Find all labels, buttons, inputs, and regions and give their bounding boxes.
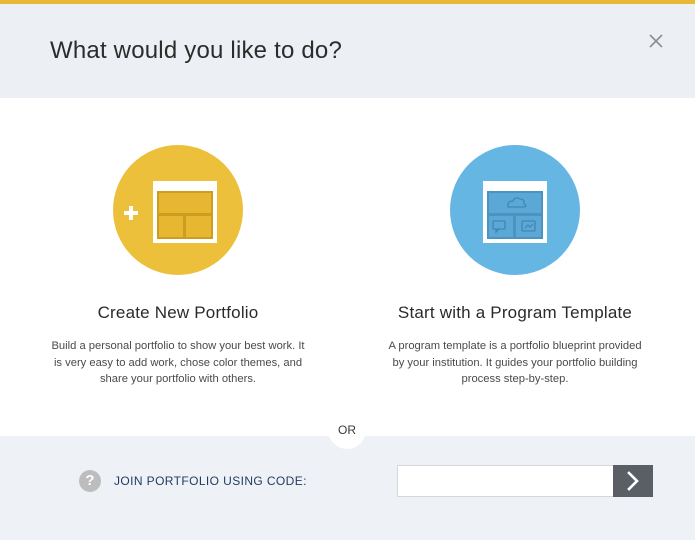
close-icon[interactable] <box>645 30 667 52</box>
help-icon[interactable]: ? <box>79 470 101 492</box>
join-submit-button[interactable] <box>613 465 653 497</box>
or-divider: OR <box>328 411 366 449</box>
join-code-input[interactable] <box>397 465 613 497</box>
program-template-option[interactable]: Start with a Program Template A program … <box>365 145 665 388</box>
new-portfolio-icon <box>113 145 243 275</box>
join-code-label: JOIN PORTFOLIO USING CODE: <box>114 474 307 488</box>
dialog-header: What would you like to do? <box>0 4 695 98</box>
program-template-icon <box>450 145 580 275</box>
dialog-title: What would you like to do? <box>50 37 343 64</box>
chevron-right-icon <box>627 471 639 491</box>
option-description: A program template is a portfolio bluepr… <box>388 340 642 385</box>
option-title: Start with a Program Template <box>397 303 633 322</box>
create-new-portfolio-option[interactable]: Create New Portfolio Build a personal po… <box>28 145 328 388</box>
option-title: Create New Portfolio <box>97 303 259 322</box>
option-description: Build a personal portfolio to show your … <box>51 340 305 385</box>
